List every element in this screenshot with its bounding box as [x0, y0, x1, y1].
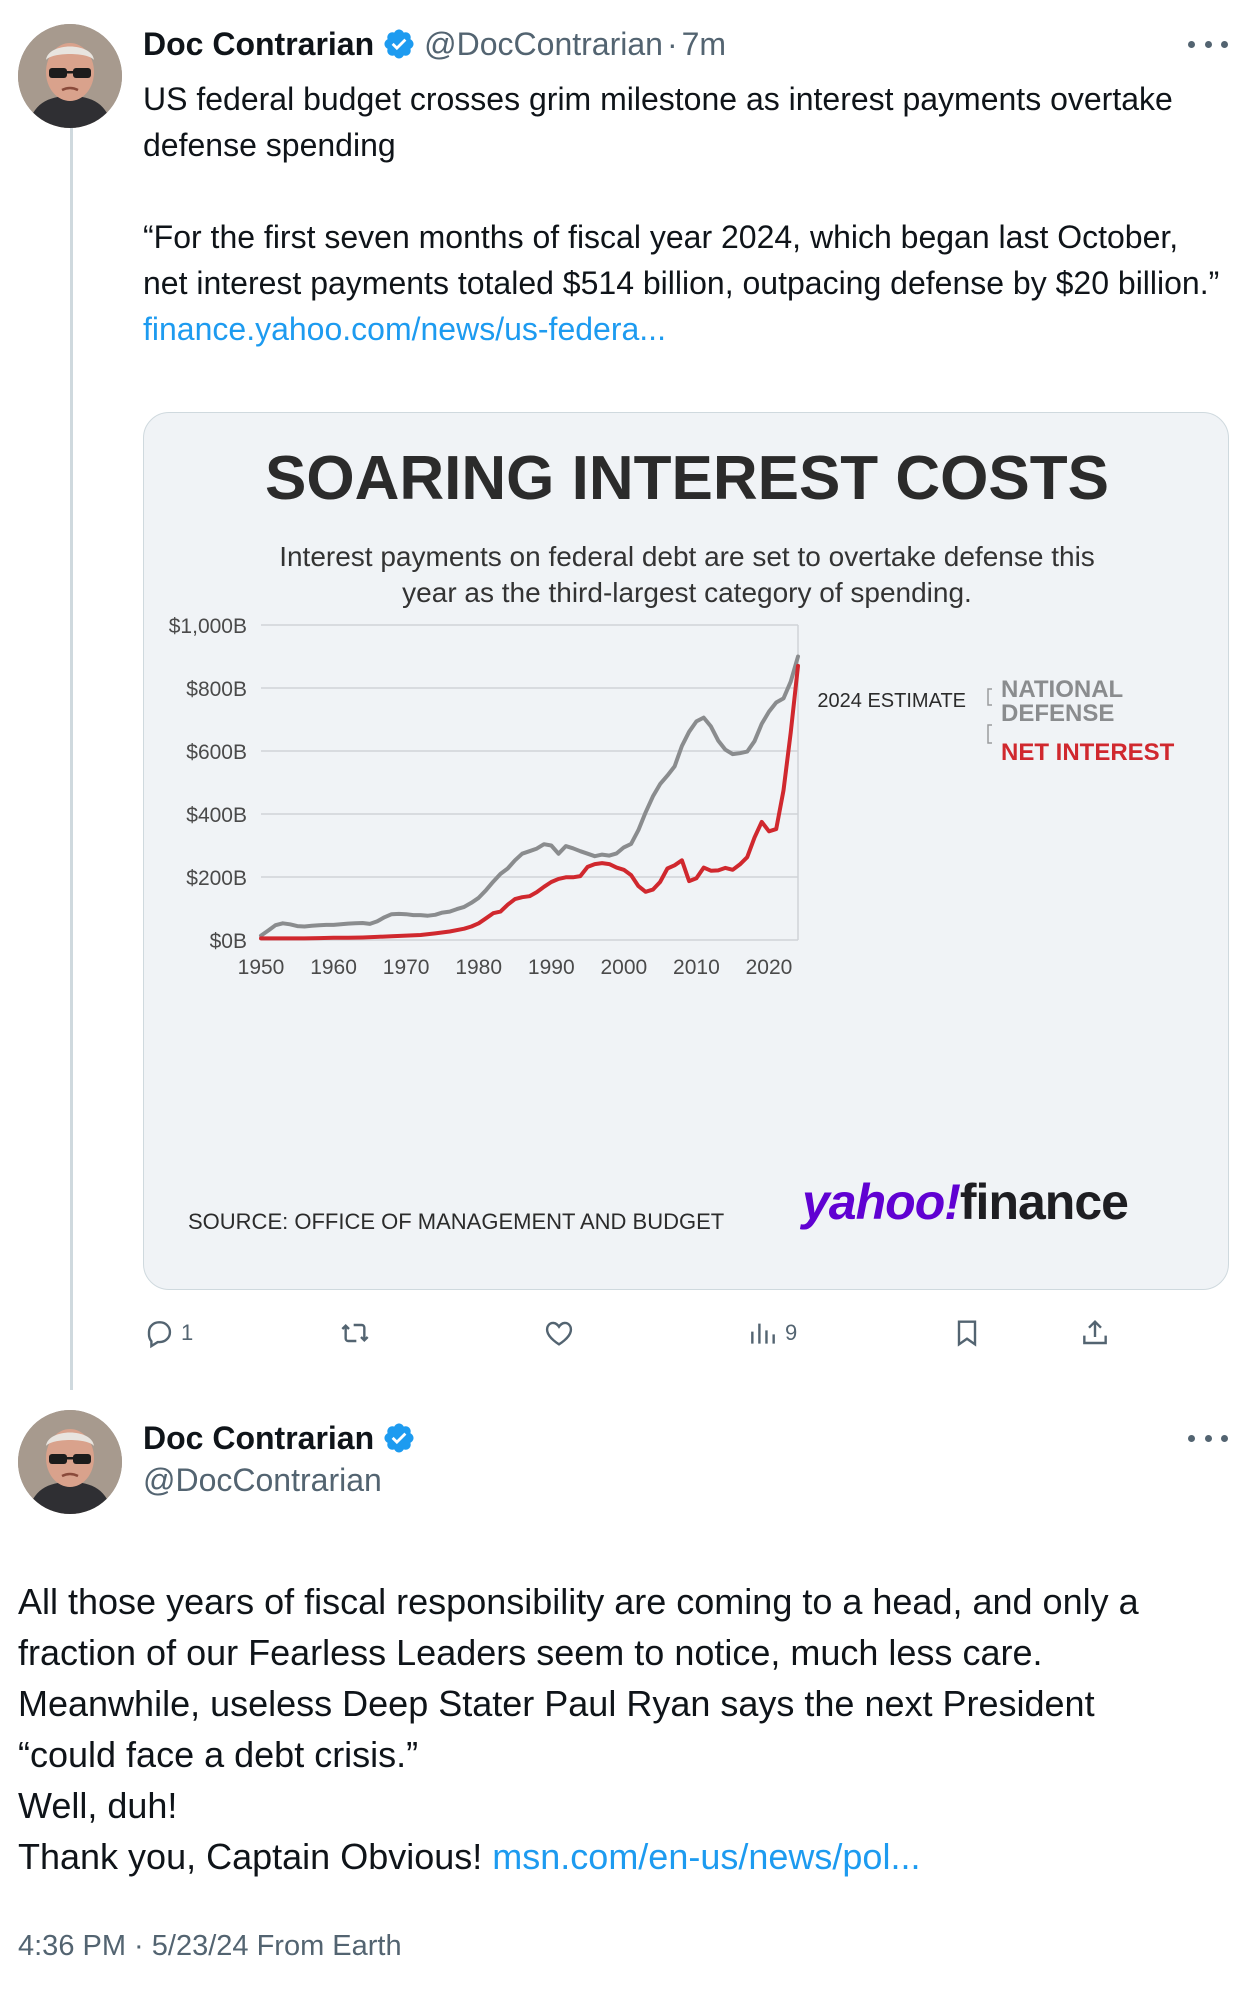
chart-subtitle-line1: Interest payments on federal debt are se… [279, 541, 1095, 572]
legend-defense-line1: NATIONAL [1001, 676, 1123, 703]
author-avatar[interactable] [18, 24, 122, 128]
reply-icon [147, 1321, 172, 1349]
reply-button[interactable]: 1 [143, 1310, 193, 1356]
x-tick-label: 1950 [238, 956, 285, 979]
x-tick-label: 2000 [600, 956, 647, 979]
tweet2-line: “could face a debt crisis.” [18, 1734, 419, 1775]
tweet2-name-row: Doc Contrarian [143, 1418, 424, 1458]
y-tick-label: $1,000B [169, 615, 247, 638]
reply-count: 1 [181, 1320, 194, 1345]
heart-icon [545, 1321, 573, 1346]
avatar-image [18, 1410, 122, 1514]
verified-badge-icon [384, 29, 414, 59]
tweet1-headline: US federal budget crosses grim milestone… [143, 81, 1173, 163]
y-tick-label: $200B [186, 867, 247, 890]
chart-subtitle-line2: year as the third-largest category of sp… [402, 577, 972, 608]
x-axis-ticks: 1950 1960 1970 1980 1990 2000 2010 2020 [238, 956, 793, 979]
y-tick-label: $0B [210, 930, 247, 953]
bookmark-button[interactable] [951, 1310, 983, 1356]
bookmark-icon [957, 1320, 977, 1347]
chart-title: SOARING INTEREST COSTS [265, 444, 1109, 513]
y-tick-label: $400B [186, 804, 247, 827]
tweet-time[interactable]: 7m [682, 26, 726, 63]
retweet-button[interactable] [339, 1310, 377, 1356]
series-line-net-interest [259, 663, 800, 941]
x-tick-label: 2020 [746, 956, 793, 979]
tweet2-line: Meanwhile, useless Deep Stater Paul Ryan… [18, 1683, 1095, 1724]
chart-grid [261, 624, 799, 941]
legend-bracket [987, 688, 992, 744]
y-tick-label: $800B [186, 678, 247, 701]
author-handle[interactable]: @DocContrarian [424, 26, 663, 63]
retweet-icon [341, 1323, 369, 1343]
author-name-2[interactable]: Doc Contrarian [143, 1420, 374, 1457]
tweet1-quote: “For the first seven months of fiscal ye… [143, 219, 1220, 301]
tweet1-link[interactable]: finance.yahoo.com/news/us-federa... [143, 311, 666, 347]
x-tick-label: 1990 [528, 956, 575, 979]
like-button[interactable] [543, 1310, 581, 1356]
views-count: 9 [785, 1320, 798, 1345]
tweet1-text: US federal budget crosses grim milestone… [143, 76, 1223, 352]
tweet2-line: Well, duh! [18, 1785, 178, 1826]
tweet2-closing-text: Thank you, Captain Obvious! [18, 1836, 483, 1877]
interest-chart: SOARING INTEREST COSTS Interest payments… [169, 444, 1175, 1234]
x-tick-label: 1970 [383, 956, 430, 979]
tweet1-action-bar: 1 9 [143, 1310, 1123, 1356]
tweet2-text: All those years of fiscal responsibility… [18, 1576, 1228, 1882]
legend-defense-line2: DEFENSE [1001, 700, 1114, 727]
chart-series [259, 654, 800, 941]
series-line-national-defense [259, 654, 800, 938]
tweet2-line: fraction of our Fearless Leaders seem to… [18, 1632, 1043, 1673]
legend-interest: NET INTEREST [1001, 739, 1175, 766]
chart-source: SOURCE: OFFICE OF MANAGEMENT AND BUDGET [188, 1209, 724, 1234]
chart-card[interactable]: SOARING INTEREST COSTS Interest payments… [143, 412, 1229, 1290]
yahoo-finance-logo: yahoo!finance [799, 1174, 1128, 1230]
separator-dot: · [666, 25, 678, 62]
tweet1-header: Doc Contrarian @DocContrarian · 7m [143, 24, 726, 64]
tweet2-line: Thank you, Captain Obvious! msn.com/en-u… [18, 1831, 1228, 1882]
x-tick-label: 1980 [455, 956, 502, 979]
analytics-icon [751, 1323, 775, 1344]
tweet2-link[interactable]: msn.com/en-us/news/pol... [492, 1836, 920, 1877]
share-icon [1083, 1319, 1107, 1345]
verified-badge-icon [384, 1423, 414, 1453]
y-axis-ticks: $0B $200B $400B $600B $800B $1,000B [169, 615, 247, 953]
tweet2-handle-row: @DocContrarian [143, 1460, 382, 1500]
tweet2-line: All those years of fiscal responsibility… [18, 1581, 1139, 1622]
y-tick-label: $600B [186, 741, 247, 764]
tweet2-timestamp[interactable]: 4:36 PM · 5/23/24 From Earth [18, 1930, 402, 1963]
author-handle-2[interactable]: @DocContrarian [143, 1462, 382, 1499]
x-tick-label: 2010 [673, 956, 720, 979]
views-button[interactable]: 9 [747, 1310, 797, 1356]
share-button[interactable] [1079, 1310, 1111, 1356]
more-options-icon-2[interactable] [1188, 1428, 1228, 1448]
estimate-label: 2024 ESTIMATE [817, 690, 966, 712]
avatar-image [18, 24, 122, 128]
x-tick-label: 1960 [310, 956, 357, 979]
author-avatar-2[interactable] [18, 1410, 122, 1514]
more-options-icon[interactable] [1188, 34, 1228, 54]
author-name[interactable]: Doc Contrarian [143, 26, 374, 63]
thread-line [70, 128, 73, 1390]
